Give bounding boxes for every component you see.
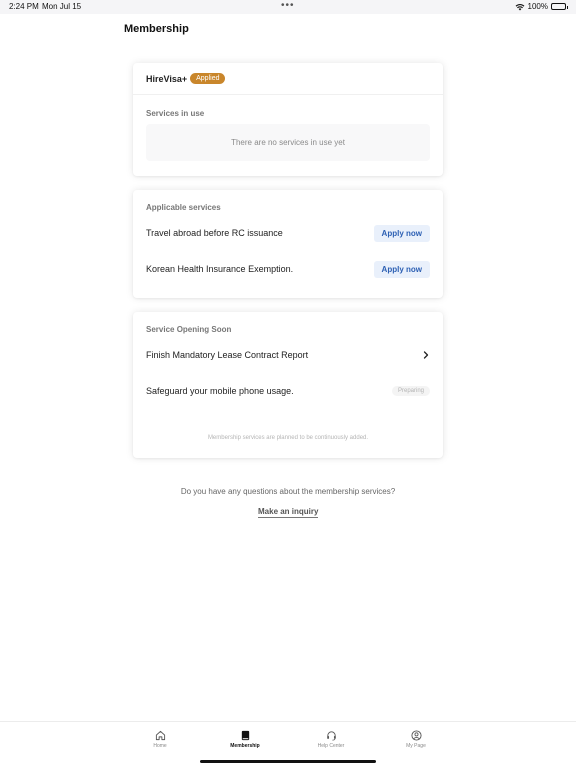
tab-label: Help Center: [317, 743, 345, 749]
status-bar: 2:24 PM Mon Jul 15 ••• 100%: [0, 0, 576, 14]
inquiry-question: Do you have any questions about the memb…: [180, 487, 396, 496]
services-in-use-empty: There are no services in use yet: [146, 124, 430, 161]
divider: [133, 94, 443, 95]
tab-home[interactable]: Home: [135, 730, 185, 749]
tab-my-page[interactable]: My Page: [391, 730, 441, 749]
opening-soon-label: Service Opening Soon: [146, 325, 232, 334]
wifi-icon: [515, 3, 525, 11]
tab-label: My Page: [406, 743, 426, 749]
membership-plan-card: HireVisa+ Applied Services in use There …: [133, 63, 443, 176]
membership-footnote: Membership services are planned to be co…: [207, 435, 369, 441]
empty-state-text: There are no services in use yet: [231, 138, 345, 147]
service-title: Korean Health Insurance Exemption.: [146, 264, 294, 274]
battery-icon: [551, 3, 568, 10]
applicable-services-label: Applicable services: [146, 203, 221, 212]
service-row-mobile-phone: Safeguard your mobile phone usage. Prepa…: [146, 382, 430, 400]
make-inquiry-link[interactable]: Make an inquiry: [258, 507, 319, 518]
page-title: Membership: [124, 23, 189, 35]
user-icon: [410, 730, 422, 741]
tab-help-center[interactable]: Help Center: [306, 730, 356, 749]
applicable-services-card: Applicable services Travel abroad before…: [133, 190, 443, 298]
tab-label: Membership: [230, 743, 260, 749]
service-row-health-insurance: Korean Health Insurance Exemption. Apply…: [146, 260, 430, 278]
apply-now-button[interactable]: Apply now: [373, 260, 430, 278]
home-icon: [155, 730, 165, 741]
chevron-right-icon: [422, 351, 430, 359]
plan-status-badge: Applied: [190, 73, 226, 84]
status-time: 2:24 PM: [9, 2, 39, 11]
services-in-use-label: Services in use: [146, 109, 205, 118]
service-row-lease-report[interactable]: Finish Mandatory Lease Contract Report: [146, 346, 430, 364]
service-title: Travel abroad before RC issuance: [146, 228, 283, 238]
plan-name: HireVisa+: [146, 73, 188, 84]
multitasking-dots-icon[interactable]: •••: [281, 0, 295, 11]
service-title: Safeguard your mobile phone usage.: [146, 386, 294, 396]
status-date: Mon Jul 15: [42, 2, 82, 11]
opening-soon-card: Service Opening Soon Finish Mandatory Le…: [133, 312, 443, 458]
book-icon: [241, 730, 249, 741]
home-indicator[interactable]: [200, 760, 376, 763]
service-row-travel-abroad: Travel abroad before RC issuance Apply n…: [146, 224, 430, 242]
tab-label: Home: [153, 743, 167, 749]
headset-icon: [326, 731, 336, 741]
status-right: 100%: [515, 2, 568, 11]
battery-percent: 100%: [527, 2, 548, 11]
preparing-badge: Preparing: [391, 386, 430, 396]
plan-header: HireVisa+ Applied: [146, 73, 226, 84]
tab-membership[interactable]: Membership: [220, 730, 270, 749]
service-title: Finish Mandatory Lease Contract Report: [146, 350, 309, 360]
apply-now-button[interactable]: Apply now: [373, 224, 430, 242]
